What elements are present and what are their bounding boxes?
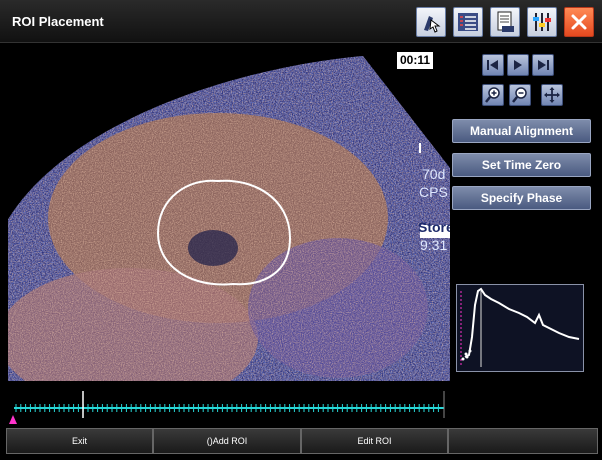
add-roi-button[interactable]: ()Add ROI	[153, 428, 301, 454]
pan-button[interactable]	[541, 84, 563, 106]
overlay-line-4: 9:31	[420, 237, 448, 253]
zoom-in-button[interactable]	[482, 84, 504, 106]
close-button[interactable]	[564, 7, 594, 37]
title-bar: ROI Placement	[0, 0, 602, 43]
time-intensity-curve[interactable]	[456, 284, 584, 372]
play-button[interactable]	[507, 54, 529, 76]
first-frame-icon	[487, 60, 498, 70]
elapsed-timer: 00:11	[397, 52, 433, 69]
first-frame-button[interactable]	[482, 54, 504, 76]
zoom-in-icon	[485, 87, 500, 103]
play-icon	[514, 60, 522, 70]
specify-phase-button[interactable]: Specify Phase	[452, 186, 591, 210]
close-icon	[571, 14, 587, 30]
zoom-out-icon	[512, 87, 527, 103]
select-tool-button[interactable]	[416, 7, 446, 37]
ultrasound-image	[8, 56, 450, 381]
window-title: ROI Placement	[12, 14, 104, 29]
overlay-line-2: CPS	[419, 184, 448, 200]
last-frame-icon	[538, 60, 549, 70]
list-button[interactable]	[453, 7, 483, 37]
start-marker	[9, 415, 17, 424]
ultrasound-viewport[interactable]: 70d CPS Store 9:31	[8, 48, 450, 381]
last-frame-button[interactable]	[532, 54, 554, 76]
curve-plot	[460, 287, 580, 367]
zoom-out-button[interactable]	[509, 84, 531, 106]
select-tool-icon	[424, 16, 441, 33]
settings-icon	[533, 13, 551, 31]
exit-button[interactable]: Exit	[6, 428, 153, 454]
list-icon	[458, 13, 478, 31]
pan-icon	[544, 87, 560, 103]
empty-button[interactable]	[448, 428, 598, 454]
overlay-line-3: Store	[418, 219, 450, 235]
manual-alignment-button[interactable]: Manual Alignment	[452, 119, 591, 143]
timeline-track	[9, 391, 445, 424]
settings-button[interactable]	[527, 7, 557, 37]
set-time-zero-button[interactable]: Set Time Zero	[452, 153, 591, 177]
edit-roi-button[interactable]: Edit ROI	[301, 428, 448, 454]
document-button[interactable]	[490, 7, 520, 37]
document-icon	[497, 11, 514, 32]
bottom-bar: Exit ()Add ROI Edit ROI	[6, 428, 598, 454]
frame-timeline[interactable]	[8, 388, 448, 424]
overlay-line-1: 70d	[422, 166, 446, 182]
